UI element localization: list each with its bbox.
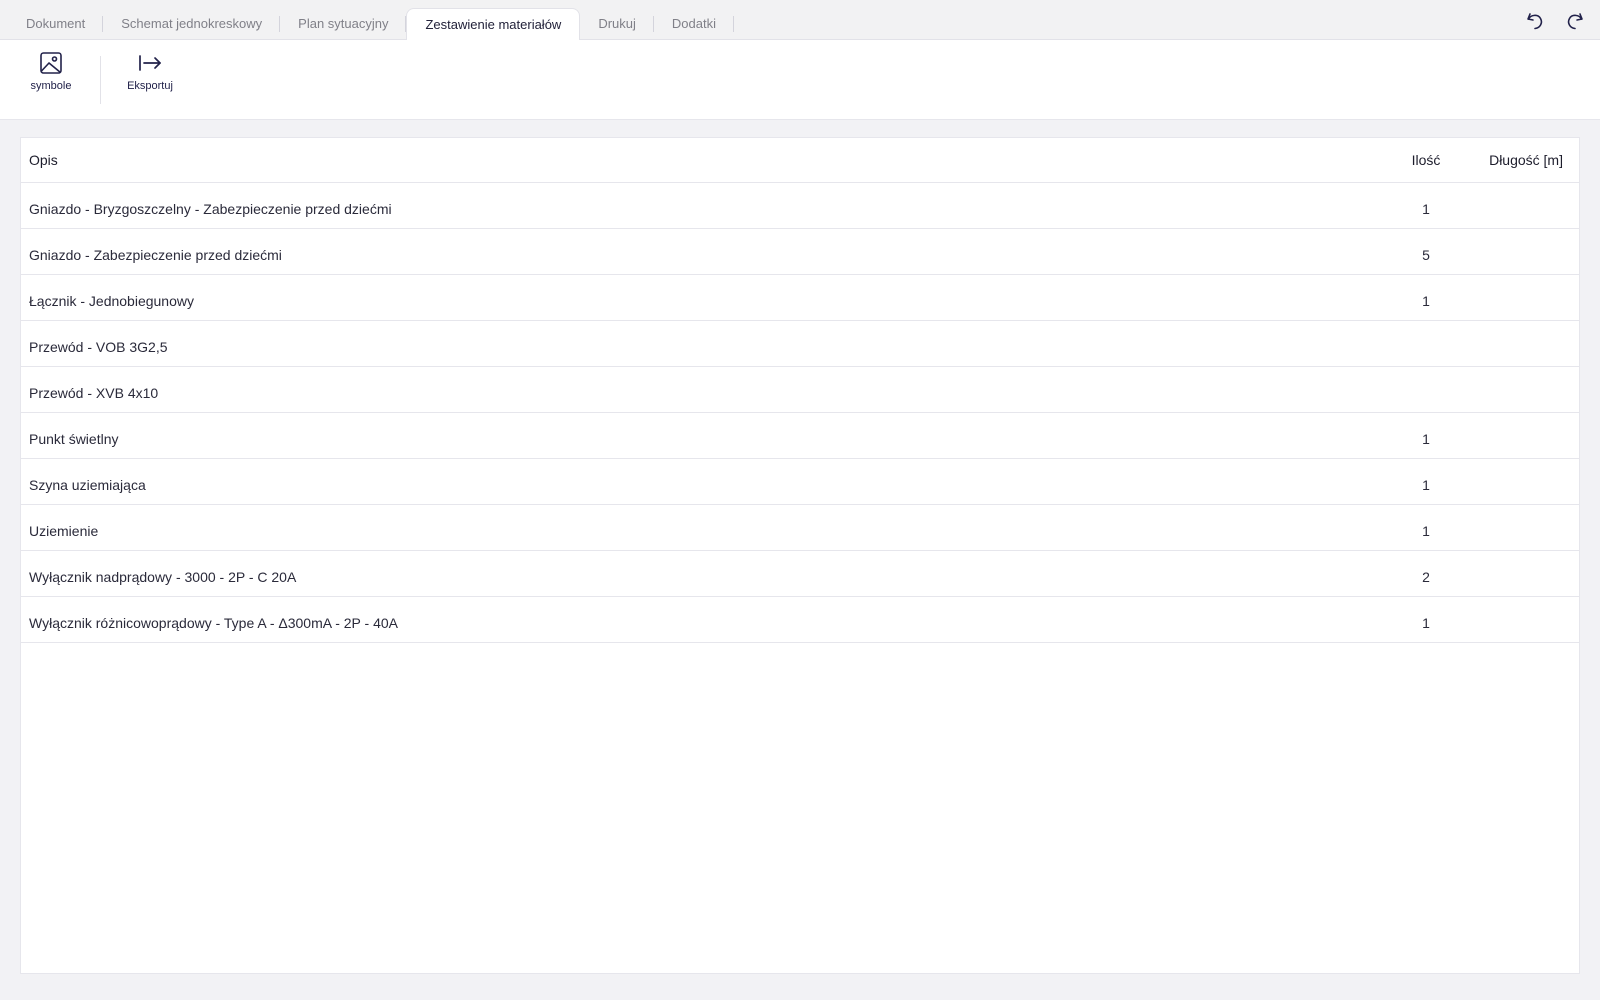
cell-quantity: 1 bbox=[1422, 615, 1430, 631]
undo-icon[interactable] bbox=[1524, 10, 1546, 32]
cell-description: Gniazdo - Zabezpieczenie przed dziećmi bbox=[29, 247, 282, 263]
tab-drukuj[interactable]: Drukuj bbox=[580, 8, 654, 40]
table-row[interactable]: Wyłącznik nadprądowy - 3000 - 2P - C 20A… bbox=[21, 551, 1579, 597]
tabs: Dokument Schemat jednokreskowy Plan sytu… bbox=[8, 8, 735, 41]
cell-description: Szyna uziemiająca bbox=[29, 477, 146, 493]
table-row[interactable]: Gniazdo - Zabezpieczenie przed dziećmi 5 bbox=[21, 229, 1579, 275]
export-arrow-icon bbox=[137, 50, 163, 76]
toolbar: symbole Eksportuj bbox=[0, 40, 1600, 120]
table-row[interactable]: Łącznik - Jednobiegunowy 1 bbox=[21, 275, 1579, 321]
cell-quantity: 1 bbox=[1422, 523, 1430, 539]
cell-description: Punkt świetlny bbox=[29, 431, 119, 447]
table-row[interactable]: Szyna uziemiająca 1 bbox=[21, 459, 1579, 505]
export-button[interactable]: Eksportuj bbox=[122, 50, 178, 106]
table-row[interactable]: Przewód - VOB 3G2,5 bbox=[21, 321, 1579, 367]
tab-zestawienie-materialow[interactable]: Zestawienie materiałów bbox=[406, 8, 581, 41]
tab-schemat-jednokreskowy[interactable]: Schemat jednokreskowy bbox=[103, 8, 281, 40]
cell-description: Przewód - XVB 4x10 bbox=[29, 385, 159, 401]
cell-quantity: 1 bbox=[1422, 477, 1430, 493]
cell-quantity: 1 bbox=[1422, 431, 1430, 447]
tab-bar: Dokument Schemat jednokreskowy Plan sytu… bbox=[0, 0, 1600, 41]
symbols-button[interactable]: symbole bbox=[28, 50, 74, 106]
cell-description: Łącznik - Jednobiegunowy bbox=[29, 293, 194, 309]
table-row[interactable]: Uziemienie 1 bbox=[21, 505, 1579, 551]
header-length[interactable]: Długość [m] bbox=[1489, 152, 1563, 168]
cell-description: Przewód - VOB 3G2,5 bbox=[29, 339, 168, 355]
cell-description: Wyłącznik nadprądowy - 3000 - 2P - C 20A bbox=[29, 569, 297, 585]
tab-dodatki[interactable]: Dodatki bbox=[654, 8, 735, 40]
cell-description: Wyłącznik różnicowoprądowy - Type A - Δ3… bbox=[29, 615, 398, 631]
cell-quantity: 1 bbox=[1422, 201, 1430, 217]
cell-quantity: 1 bbox=[1422, 293, 1430, 309]
image-icon bbox=[38, 50, 64, 76]
cell-description: Gniazdo - Bryzgoszczelny - Zabezpieczeni… bbox=[29, 201, 392, 217]
materials-table: Opis Ilość Długość [m] Gniazdo - Bryzgos… bbox=[20, 137, 1580, 974]
table-row[interactable]: Punkt świetlny 1 bbox=[21, 413, 1579, 459]
header-description[interactable]: Opis bbox=[29, 152, 58, 168]
header-quantity[interactable]: Ilość bbox=[1396, 152, 1456, 168]
table-row[interactable]: Wyłącznik różnicowoprądowy - Type A - Δ3… bbox=[21, 597, 1579, 643]
table-row[interactable]: Gniazdo - Bryzgoszczelny - Zabezpieczeni… bbox=[21, 183, 1579, 229]
export-label: Eksportuj bbox=[127, 80, 173, 92]
tab-dokument[interactable]: Dokument bbox=[8, 8, 104, 40]
cell-quantity: 2 bbox=[1422, 569, 1430, 585]
toolbar-divider bbox=[100, 56, 101, 104]
symbols-label: symbole bbox=[30, 80, 72, 92]
tab-plan-sytuacyjny[interactable]: Plan sytuacyjny bbox=[280, 8, 407, 40]
cell-description: Uziemienie bbox=[29, 523, 99, 539]
redo-icon[interactable] bbox=[1564, 10, 1586, 32]
table-header: Opis Ilość Długość [m] bbox=[21, 138, 1579, 183]
cell-quantity: 5 bbox=[1422, 247, 1430, 263]
table-row[interactable]: Przewód - XVB 4x10 bbox=[21, 367, 1579, 413]
